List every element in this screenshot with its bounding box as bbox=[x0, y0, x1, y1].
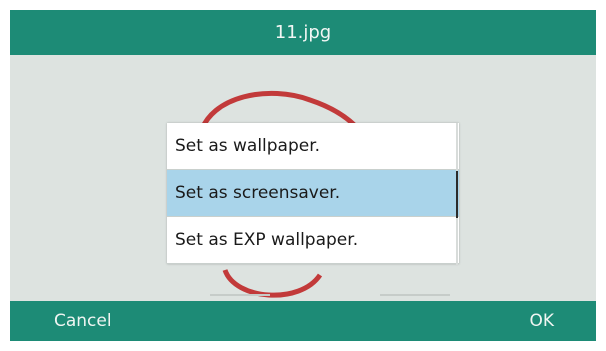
softkey-bar: Cancel OK bbox=[10, 301, 596, 341]
cancel-label: Cancel bbox=[54, 311, 112, 331]
menu-scrollbar-thumb[interactable] bbox=[456, 171, 458, 218]
menu-item-set-exp-wallpaper[interactable]: Set as EXP wallpaper. bbox=[167, 217, 459, 264]
file-title: 11.jpg bbox=[274, 22, 332, 43]
title-bar: 11.jpg bbox=[10, 10, 596, 55]
ok-label: OK bbox=[529, 311, 554, 331]
menu-item-set-wallpaper[interactable]: Set as wallpaper. bbox=[167, 123, 459, 170]
cancel-softkey[interactable]: Cancel bbox=[54, 301, 112, 341]
menu-item-label: Set as wallpaper. bbox=[175, 136, 321, 156]
set-as-menu: Set as wallpaper. Set as screensaver. Se… bbox=[167, 123, 459, 266]
menu-item-label: Set as screensaver. bbox=[175, 183, 341, 203]
ok-softkey[interactable]: OK bbox=[529, 301, 554, 341]
phone-screen: 11.jpg Set as wallpaper. Set as screensa… bbox=[10, 10, 596, 341]
menu-item-label: Set as EXP wallpaper. bbox=[175, 230, 359, 250]
menu-item-set-screensaver[interactable]: Set as screensaver. bbox=[167, 170, 459, 217]
